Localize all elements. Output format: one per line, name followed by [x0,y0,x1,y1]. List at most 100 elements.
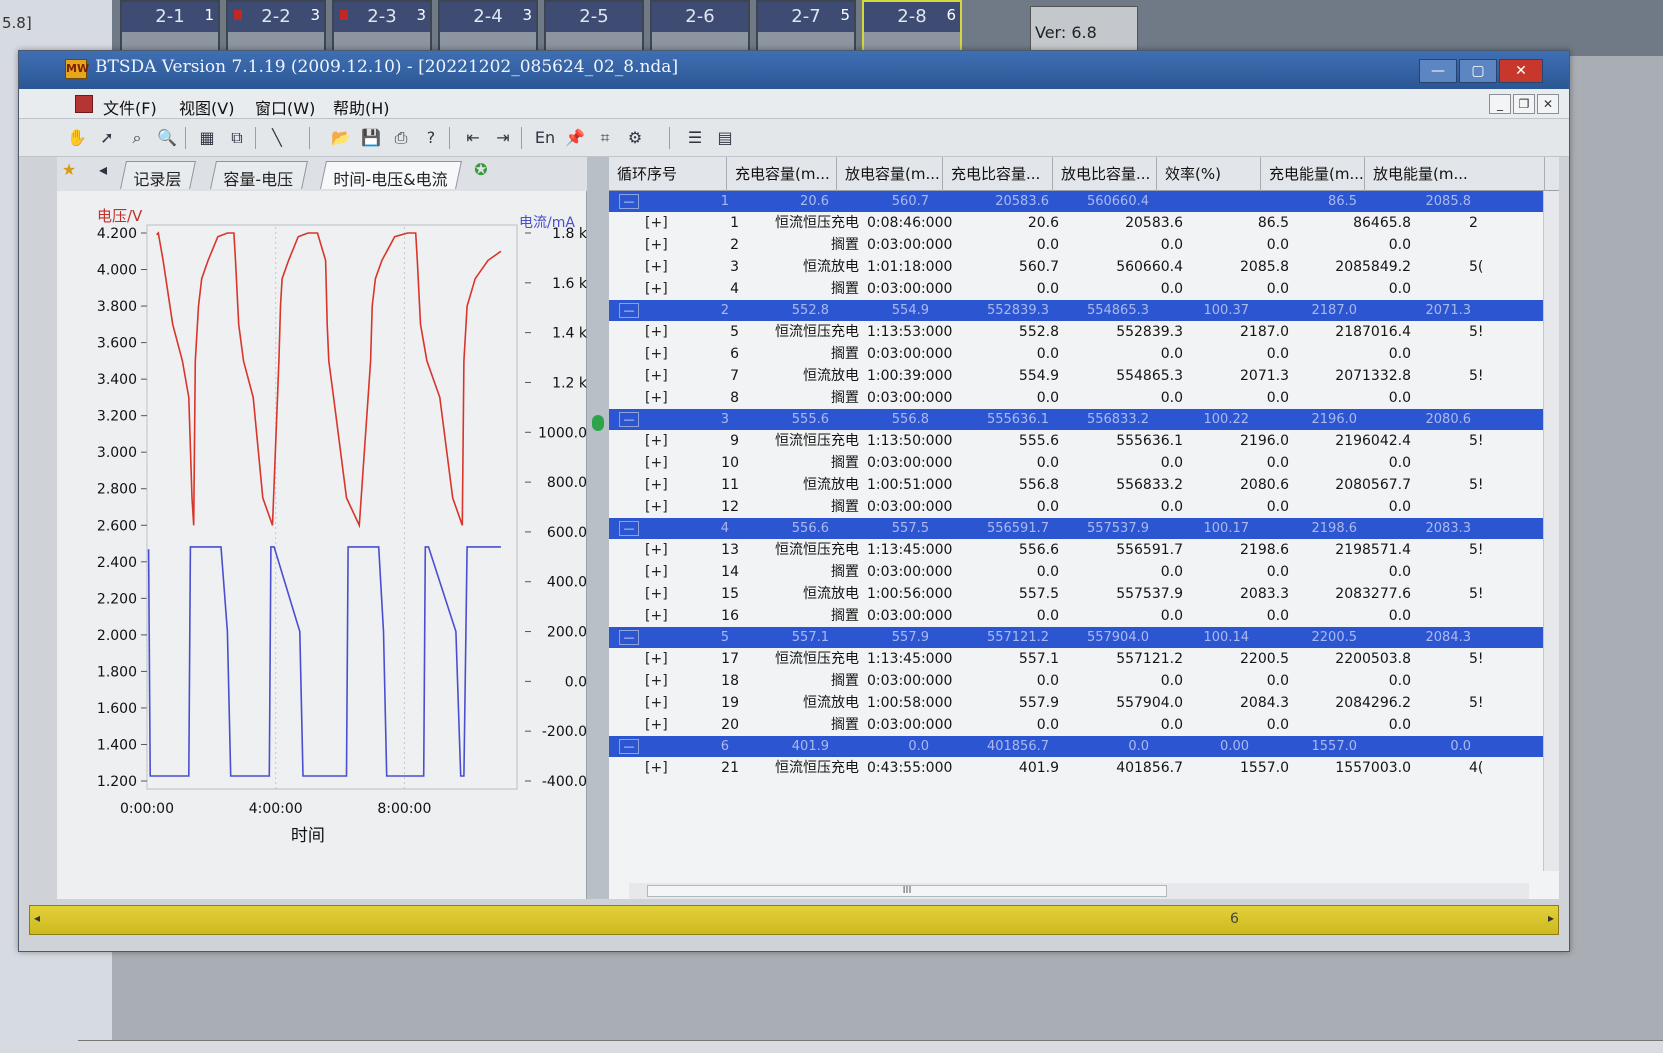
zoom-icon[interactable]: 🔍 [155,127,179,149]
step-row[interactable]: [+] 9 恒流恒压充电 1:13:50:000 555.6 555636.1 2196.0… [609,430,1559,452]
column-header[interactable]: 效率(%) [1157,157,1261,191]
vertical-scrollbar[interactable] [1543,191,1559,871]
step-row[interactable]: [+] 7 恒流放电 1:00:39:000 554.9 554865.3 2071.3 20… [609,365,1559,387]
column-header[interactable]: 放电比容量... [1053,157,1157,191]
channel-tile[interactable]: 2-1 1 [120,0,220,56]
print-icon[interactable]: ⎙ [389,127,413,149]
cycle-summary-row[interactable]: — 5 557.1 557.9 557121.2 557904.0 100.14 2200.5… [609,627,1559,648]
horizontal-scrollbar[interactable]: III [629,883,1529,899]
cycle-summary-row[interactable]: — 2 552.8 554.9 552839.3 554865.3 100.37 2187.0… [609,300,1559,321]
panel-splitter[interactable] [587,157,609,899]
column-header[interactable]: 放电容量(m... [837,157,943,191]
settings-icon[interactable]: ⚙ [623,127,647,149]
step-row[interactable]: [+] 13 恒流恒压充电 1:13:45:000 556.6 556591.7 2198.… [609,539,1559,561]
column-header[interactable]: 充电比容量... [943,157,1053,191]
cycle-summary-row[interactable]: — 4 556.6 557.5 556591.7 557537.9 100.17 2198.6… [609,518,1559,539]
step-row[interactable]: [+] 17 恒流恒压充电 1:13:45:000 557.1 557121.2 2200.… [609,648,1559,670]
time-voltage-current-chart[interactable]: 4.200 4.000 3.800 3.600 3.400 3.200 3.000 2.800… [57,191,587,899]
step-row[interactable]: [+] 16 搁置 0:03:00:000 0.0 0.0 0.0 0.0 [609,605,1559,627]
menu-window[interactable]: 窗口(W) [255,95,315,119]
chart-canvas[interactable]: 4.200 4.000 3.800 3.600 3.400 3.200 3.000 2.800… [57,191,587,899]
step-row[interactable]: [+] 19 恒流放电 1:00:58:000 557.9 557904.0 2084.3 2… [609,692,1559,714]
step-truncated-value: 2 [1469,215,1478,231]
mdi-minimize-button[interactable]: _ [1489,94,1511,114]
copy-chart-icon[interactable]: ⧉ [225,127,249,149]
step-row[interactable]: [+] 5 恒流恒压充电 1:13:53:000 552.8 552839.3 2187.0… [609,321,1559,343]
open-folder-icon[interactable]: 📂 [329,127,353,149]
step-row[interactable]: [+] 11 恒流放电 1:00:51:000 556.8 556833.2 2080.6 2… [609,474,1559,496]
status-scroll-left-icon[interactable]: ◂ [34,911,40,925]
step-specific-capacity: 552839.3 [1116,324,1183,340]
menu-help[interactable]: 帮助(H) [333,95,390,119]
channel-tile[interactable]: 2-7 5 [756,0,856,56]
tab-time-voltage-current[interactable]: 时间-电压&电流 [320,161,463,189]
title-bar[interactable]: MW BTSDA Version 7.1.19 (2009.12.10) - [… [19,51,1569,89]
cycle-summary-row[interactable]: — 6 401.9 0.0 401856.7 0.0 0.00 1557.0 0.0 [609,736,1559,757]
step-row[interactable]: [+] 4 搁置 0:03:00:000 0.0 0.0 0.0 0.0 [609,278,1559,300]
hand-tool-icon[interactable]: ✋ [65,127,89,149]
channel-tile[interactable]: 2-8 6 [862,0,962,56]
help-icon[interactable]: ? [419,127,443,149]
step-row[interactable]: [+] 18 搁置 0:03:00:000 0.0 0.0 0.0 0.0 [609,670,1559,692]
channel-tile[interactable]: 2-4 3 [438,0,538,56]
minimize-button[interactable]: — [1419,59,1457,83]
filter-icon[interactable]: ⌗ [593,127,617,149]
collapse-toggle-icon[interactable]: — [619,303,639,318]
previous-icon[interactable]: ⇤ [461,127,485,149]
list-view-icon[interactable]: ☰ [683,127,707,149]
collapse-toggle-icon[interactable]: — [619,630,639,645]
mdi-close-button[interactable]: ✕ [1537,94,1559,114]
channel-tile[interactable]: 2-5 [544,0,644,56]
language-icon[interactable]: En [533,127,557,149]
channel-tile[interactable]: 2-6 [650,0,750,56]
line-tool-icon[interactable]: ╲ [265,127,289,149]
add-tab-star-icon[interactable]: ✪ [469,159,493,181]
step-row[interactable]: [+] 8 搁置 0:03:00:000 0.0 0.0 0.0 0.0 [609,387,1559,409]
status-scroll-right-icon[interactable]: ▸ [1548,911,1554,925]
step-row[interactable]: [+] 14 搁置 0:03:00:000 0.0 0.0 0.0 0.0 [609,561,1559,583]
step-truncated-value: 5( [1469,259,1484,275]
tab-scroll-left-icon[interactable]: ◂ [91,159,115,181]
collapse-toggle-icon[interactable]: — [619,194,639,209]
column-header[interactable]: 充电能量(m... [1261,157,1365,191]
menu-file[interactable]: 文件(F) [103,95,157,119]
tab-capacity-voltage[interactable]: 容量-电压 [210,161,308,189]
step-row[interactable]: [+] 1 恒流恒压充电 0:08:46:000 20.6 20583.6 86.5 8646… [609,212,1559,234]
step-row[interactable]: [+] 12 搁置 0:03:00:000 0.0 0.0 0.0 0.0 [609,496,1559,518]
channel-tile[interactable]: 2-3 3 [332,0,432,56]
cycle-summary-row[interactable]: — 1 20.6 560.7 20583.6 560660.4 86.5 2085.8 [609,191,1559,212]
collapse-toggle-icon[interactable]: — [619,521,639,536]
next-icon[interactable]: ⇥ [491,127,515,149]
step-row[interactable]: [+] 20 搁置 0:03:00:000 0.0 0.0 0.0 0.0 [609,714,1559,736]
step-row[interactable]: [+] 3 恒流放电 1:01:18:000 560.7 560660.4 2085.8 20… [609,256,1559,278]
grid-icon[interactable]: ▦ [195,127,219,149]
pin-icon[interactable]: 📌 [563,127,587,149]
btsda-window: MW BTSDA Version 7.1.19 (2009.12.10) - [… [18,50,1570,952]
discharge-energy: 0.0 [1450,739,1471,754]
cycle-summary-row[interactable]: — 3 555.6 556.8 555636.1 556833.2 100.22 2196.0… [609,409,1559,430]
maximize-button[interactable]: ▢ [1459,59,1497,83]
save-icon[interactable]: 💾 [359,127,383,149]
zoom-select-icon[interactable]: ⌕ [125,127,149,149]
detail-view-icon[interactable]: ▤ [713,127,737,149]
favorite-star-icon[interactable]: ★ [57,159,81,181]
column-header[interactable]: 充电容量(m... [727,157,837,191]
mdi-restore-button[interactable]: ❐ [1513,94,1535,114]
pointer-tool-icon[interactable]: ➚ [95,127,119,149]
channel-tile[interactable]: 2-2 3 [226,0,326,56]
step-row[interactable]: [+] 15 恒流放电 1:00:56:000 557.5 557537.9 2083.3 2… [609,583,1559,605]
column-header[interactable]: 循环序号 [609,157,727,191]
menu-view[interactable]: 视图(V) [179,95,234,119]
splitter-pin-icon[interactable] [592,415,604,431]
step-row[interactable]: [+] 6 搁置 0:03:00:000 0.0 0.0 0.0 0.0 [609,343,1559,365]
collapse-toggle-icon[interactable]: — [619,739,639,754]
close-button[interactable]: ✕ [1499,59,1543,83]
step-row[interactable]: [+] 10 搁置 0:03:00:000 0.0 0.0 0.0 0.0 [609,452,1559,474]
horizontal-scroll-thumb[interactable]: III [647,885,1167,897]
column-header[interactable]: 放电能量(m... [1365,157,1545,191]
step-row[interactable]: [+] 21 恒流恒压充电 0:43:55:000 401.9 401856.7 1557.… [609,757,1559,779]
app-logo-icon: MW [65,59,89,79]
step-row[interactable]: [+] 2 搁置 0:03:00:000 0.0 0.0 0.0 0.0 [609,234,1559,256]
tab-record-layer[interactable]: 记录层 [120,161,196,189]
collapse-toggle-icon[interactable]: — [619,412,639,427]
